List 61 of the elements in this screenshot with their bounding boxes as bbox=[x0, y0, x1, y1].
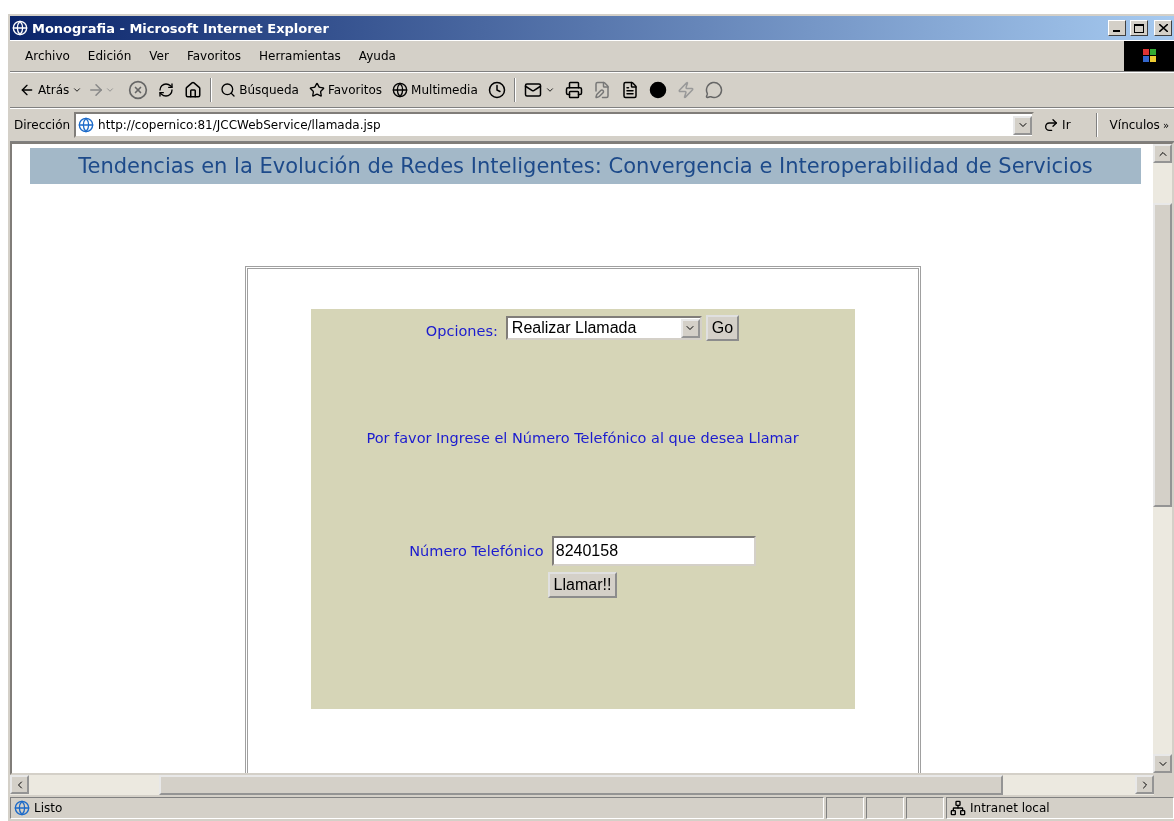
search-icon bbox=[220, 82, 237, 98]
zone-text: Intranet local bbox=[970, 801, 1050, 815]
caret-icon bbox=[72, 85, 83, 95]
status-pane bbox=[826, 797, 864, 819]
stop-icon bbox=[128, 80, 149, 100]
status-pane bbox=[906, 797, 944, 819]
globe-icon bbox=[392, 82, 409, 98]
search-button[interactable]: Búsqueda bbox=[215, 76, 304, 104]
url-text: http://copernico:81/JCCWebService/llamada.jsp bbox=[98, 118, 381, 132]
scroll-up-button[interactable] bbox=[1153, 144, 1172, 163]
scroll-right-button[interactable] bbox=[1135, 775, 1154, 794]
status-pane bbox=[866, 797, 904, 819]
call-button[interactable]: Llamar!! bbox=[547, 572, 618, 598]
scroll-down-button[interactable] bbox=[1153, 754, 1172, 773]
scroll-left-button[interactable] bbox=[10, 775, 29, 794]
minimize-button[interactable] bbox=[1108, 20, 1126, 36]
document-icon bbox=[620, 81, 639, 99]
menu-item[interactable]: Edición bbox=[78, 49, 141, 63]
maximize-button[interactable] bbox=[1130, 20, 1148, 36]
address-label: Dirección bbox=[14, 118, 71, 132]
curved-arrow-icon bbox=[1043, 117, 1060, 133]
go-button[interactable]: Ir bbox=[1038, 111, 1089, 139]
back-button[interactable]: Atrás bbox=[14, 76, 88, 104]
dropdown-button[interactable] bbox=[680, 318, 700, 338]
globe-icon bbox=[14, 800, 30, 816]
go-button[interactable]: Go bbox=[705, 315, 740, 341]
edit-icon bbox=[592, 81, 611, 99]
network-icon bbox=[950, 800, 966, 816]
globe-icon bbox=[12, 20, 28, 36]
phone-field[interactable]: 8240158 bbox=[551, 536, 756, 566]
media-button[interactable]: Multimedia bbox=[387, 76, 483, 104]
home-icon bbox=[184, 81, 203, 99]
mail-icon bbox=[523, 81, 542, 99]
status-text: Listo bbox=[34, 801, 63, 815]
refresh-icon bbox=[158, 82, 175, 98]
options-select[interactable]: Realizar Llamada bbox=[505, 316, 702, 340]
window-title: Monografia - Microsoft Internet Explorer bbox=[32, 20, 330, 36]
star-icon bbox=[308, 82, 325, 98]
menu-item[interactable]: Herramientas bbox=[250, 49, 350, 63]
address-field[interactable]: http://copernico:81/JCCWebService/llamada.jsp bbox=[74, 112, 1035, 138]
speech-bubble-icon bbox=[704, 81, 723, 99]
clock-icon bbox=[487, 81, 506, 99]
dropdown-button[interactable] bbox=[1013, 115, 1033, 135]
menu-item[interactable]: Favoritos bbox=[177, 49, 251, 63]
maximize-icon bbox=[1134, 23, 1144, 33]
menu-item[interactable]: Archivo bbox=[16, 49, 79, 63]
close-icon bbox=[1158, 24, 1168, 32]
caret-icon bbox=[544, 85, 555, 95]
options-label: Opciones: bbox=[425, 323, 498, 339]
printer-icon bbox=[564, 81, 583, 99]
menu-item[interactable]: Ayuda bbox=[349, 49, 405, 63]
phone-label: Número Telefónico bbox=[409, 543, 544, 559]
instruction-text: Por favor Ingrese el Número Telefónico al que desea Llamar bbox=[365, 429, 800, 448]
lightning-icon bbox=[676, 81, 695, 99]
close-button[interactable] bbox=[1154, 20, 1172, 36]
circle-icon bbox=[648, 81, 667, 99]
windows-logo-icon bbox=[1124, 41, 1174, 71]
favorites-button[interactable]: Favoritos bbox=[303, 76, 388, 104]
page-heading: Tendencias en la Evolución de Redes Inteligentes: Convergencia e Interoperabilidad de Servicios bbox=[30, 148, 1141, 184]
globe-icon bbox=[78, 117, 95, 133]
menu-item[interactable]: Ver bbox=[140, 49, 178, 63]
